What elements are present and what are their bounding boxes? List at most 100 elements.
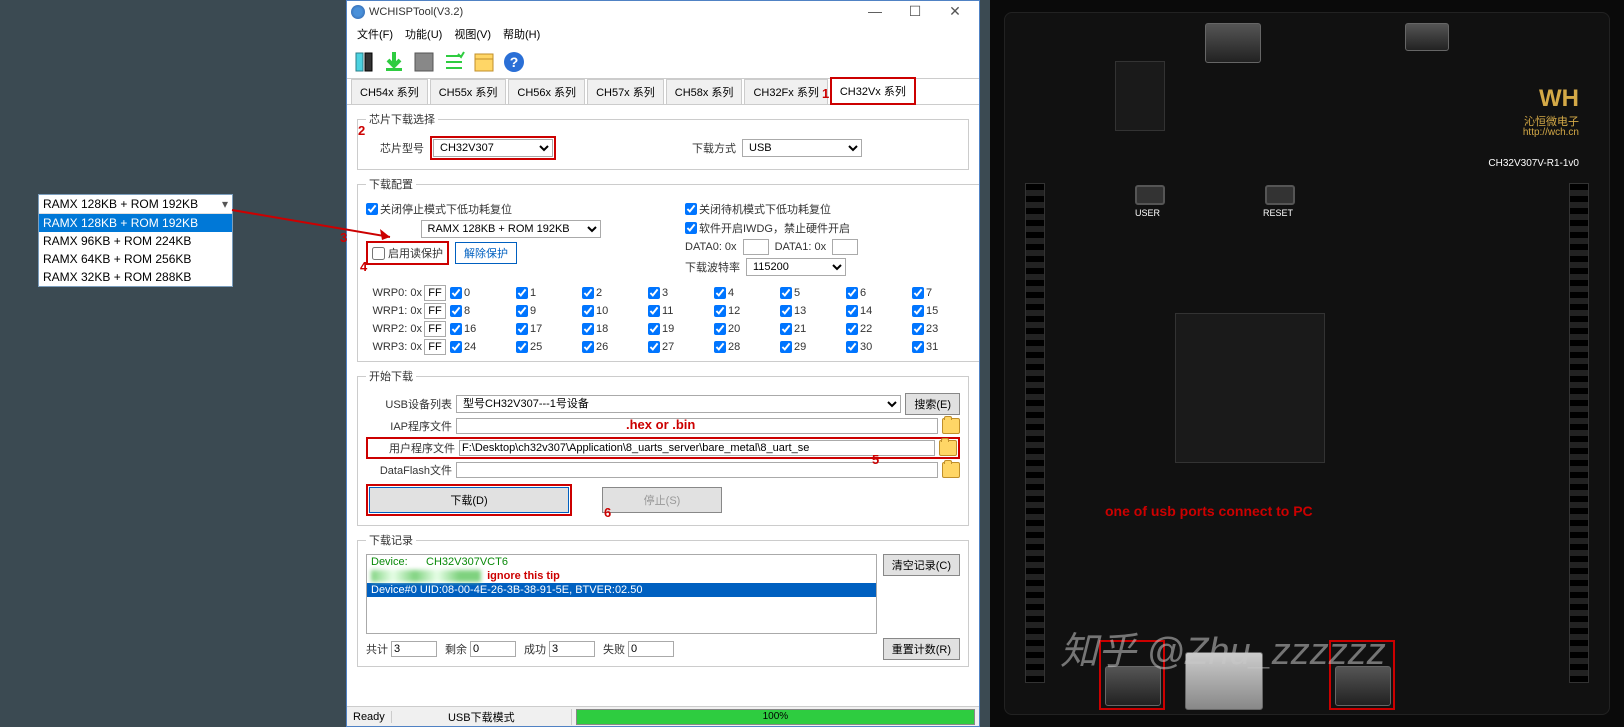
- wrp-bit-checkbox[interactable]: 29: [780, 341, 842, 353]
- iwdg-checkbox[interactable]: [685, 222, 697, 234]
- baud-select[interactable]: 115200: [746, 258, 846, 276]
- lowpower-reset-checkbox[interactable]: [366, 203, 378, 215]
- wrp-bit-checkbox[interactable]: 3: [648, 287, 710, 299]
- wrp-bit-checkbox[interactable]: 10: [582, 305, 644, 317]
- total-input[interactable]: [391, 641, 437, 657]
- settings-icon[interactable]: [411, 49, 437, 75]
- success-input[interactable]: [549, 641, 595, 657]
- wrp-bit-checkbox[interactable]: 19: [648, 323, 710, 335]
- help-icon[interactable]: ?: [501, 49, 527, 75]
- close-button[interactable]: ✕: [935, 2, 975, 22]
- wrp-bit-checkbox[interactable]: 11: [648, 305, 710, 317]
- wrp-bit-checkbox[interactable]: 7: [912, 287, 974, 299]
- wrp-bit-checkbox[interactable]: 18: [582, 323, 644, 335]
- download-button[interactable]: 下载(D): [369, 487, 569, 513]
- wrp-hex-input[interactable]: [424, 303, 446, 319]
- download-icon[interactable]: [381, 49, 407, 75]
- chip-select-group: 芯片下载选择 芯片型号 CH32V307 2 下载方式 USB: [357, 111, 969, 170]
- dataflash-file-input[interactable]: [456, 462, 938, 478]
- wrp-bit-checkbox[interactable]: 30: [846, 341, 908, 353]
- log-textarea[interactable]: Device: CH32V307VCT6 ignore this tip Dev…: [366, 554, 877, 634]
- wrp-bit-checkbox[interactable]: 25: [516, 341, 578, 353]
- search-button[interactable]: 搜索(E): [905, 393, 960, 415]
- wrp-bit-checkbox[interactable]: 9: [516, 305, 578, 317]
- hex-bin-hint: .hex or .bin: [626, 417, 695, 432]
- menu-function[interactable]: 功能(U): [399, 24, 448, 44]
- ram-config-select[interactable]: RAMX 128KB + ROM 192KB: [421, 220, 601, 238]
- wrp-bit-checkbox[interactable]: 6: [846, 287, 908, 299]
- tab-CH55x系列[interactable]: CH55x 系列: [430, 79, 507, 104]
- wrp-bit-checkbox[interactable]: 13: [780, 305, 842, 317]
- tab-CH32Vx系列[interactable]: CH32Vx 系列: [830, 77, 916, 105]
- standby-reset-checkbox[interactable]: [685, 203, 697, 215]
- calendar-icon[interactable]: [471, 49, 497, 75]
- stop-button[interactable]: 停止(S): [602, 487, 722, 513]
- download-mode-select[interactable]: USB: [742, 139, 862, 157]
- menu-view[interactable]: 视图(V): [448, 24, 497, 44]
- wrp-bit-checkbox[interactable]: 8: [450, 305, 512, 317]
- wrp-bit-checkbox[interactable]: 27: [648, 341, 710, 353]
- dataflash-browse-button[interactable]: [942, 462, 960, 478]
- ramx-option[interactable]: RAMX 64KB + ROM 256KB: [39, 250, 232, 268]
- ramx-option[interactable]: RAMX 128KB + ROM 192KB: [39, 214, 232, 232]
- standby-reset-label: 关闭待机模式下低功耗复位: [699, 201, 831, 217]
- annotation-3: 3: [340, 230, 347, 245]
- wrp-bit-checkbox[interactable]: 17: [516, 323, 578, 335]
- data0-input[interactable]: [743, 239, 769, 255]
- fail-input[interactable]: [628, 641, 674, 657]
- wrp-bit-checkbox[interactable]: 26: [582, 341, 644, 353]
- remain-input[interactable]: [470, 641, 516, 657]
- list-check-icon[interactable]: [441, 49, 467, 75]
- iap-file-input[interactable]: [456, 418, 938, 434]
- menu-help[interactable]: 帮助(H): [497, 24, 546, 44]
- tab-CH57x系列[interactable]: CH57x 系列: [587, 79, 664, 104]
- ramx-combo-display[interactable]: RAMX 128KB + ROM 192KB ▾: [39, 195, 232, 214]
- wrp-hex-input[interactable]: [424, 285, 446, 301]
- tab-CH58x系列[interactable]: CH58x 系列: [666, 79, 743, 104]
- ramx-option[interactable]: RAMX 96KB + ROM 224KB: [39, 232, 232, 250]
- menu-file[interactable]: 文件(F): [351, 24, 399, 44]
- wrp-bit-checkbox[interactable]: 24: [450, 341, 512, 353]
- wrp-hex-input[interactable]: [424, 339, 446, 355]
- tab-CH56x系列[interactable]: CH56x 系列: [508, 79, 585, 104]
- wrp-bit-checkbox[interactable]: 21: [780, 323, 842, 335]
- reset-count-button[interactable]: 重置计数(R): [883, 638, 960, 660]
- ramx-option[interactable]: RAMX 32KB + ROM 288KB: [39, 268, 232, 286]
- usb-device-select[interactable]: 型号CH32V307---1号设备: [456, 395, 901, 413]
- read-protect-checkbox[interactable]: [372, 247, 385, 260]
- wrp-bit-checkbox[interactable]: 5: [780, 287, 842, 299]
- tab-CH32Fx系列[interactable]: CH32Fx 系列: [744, 79, 827, 104]
- chip-select-icon[interactable]: [351, 49, 377, 75]
- wrp-bit-checkbox[interactable]: 16: [450, 323, 512, 335]
- wrp-bit-checkbox[interactable]: 1: [516, 287, 578, 299]
- user-browse-button[interactable]: [939, 440, 957, 456]
- chip-model-label: 芯片型号: [366, 140, 424, 156]
- clear-protect-button[interactable]: 解除保护: [455, 242, 517, 264]
- tab-CH54x系列[interactable]: CH54x 系列: [351, 79, 428, 104]
- wrp-bit-checkbox[interactable]: 14: [846, 305, 908, 317]
- wrp-bit-checkbox[interactable]: 23: [912, 323, 974, 335]
- wrp-bit-checkbox[interactable]: 4: [714, 287, 776, 299]
- wrp-hex-input[interactable]: [424, 321, 446, 337]
- wrp-bit-checkbox[interactable]: 0: [450, 287, 512, 299]
- clear-log-button[interactable]: 清空记录(C): [883, 554, 960, 576]
- wrp-bit-checkbox[interactable]: 20: [714, 323, 776, 335]
- iap-browse-button[interactable]: [942, 418, 960, 434]
- minimize-button[interactable]: —: [855, 2, 895, 22]
- maximize-button[interactable]: ☐: [895, 2, 935, 22]
- wrp-bit-checkbox[interactable]: 12: [714, 305, 776, 317]
- wrp-bit-checkbox[interactable]: 2: [582, 287, 644, 299]
- data1-input[interactable]: [832, 239, 858, 255]
- total-label: 共计: [366, 641, 388, 657]
- wrp-bit-checkbox[interactable]: 15: [912, 305, 974, 317]
- download-config-legend: 下载配置: [366, 176, 416, 192]
- wrp-bit-checkbox[interactable]: 28: [714, 341, 776, 353]
- chip-model-select[interactable]: CH32V307: [433, 139, 553, 157]
- wrp-bit-checkbox[interactable]: 22: [846, 323, 908, 335]
- ramx-options-popup[interactable]: RAMX 128KB + ROM 192KB ▾ RAMX 128KB + RO…: [38, 194, 233, 287]
- download-log-legend: 下载记录: [366, 532, 416, 548]
- start-download-legend: 开始下载: [366, 368, 416, 384]
- pcb-user-label: USER: [1135, 208, 1160, 218]
- wrp-bit-checkbox[interactable]: 31: [912, 341, 974, 353]
- user-file-input[interactable]: [459, 440, 935, 456]
